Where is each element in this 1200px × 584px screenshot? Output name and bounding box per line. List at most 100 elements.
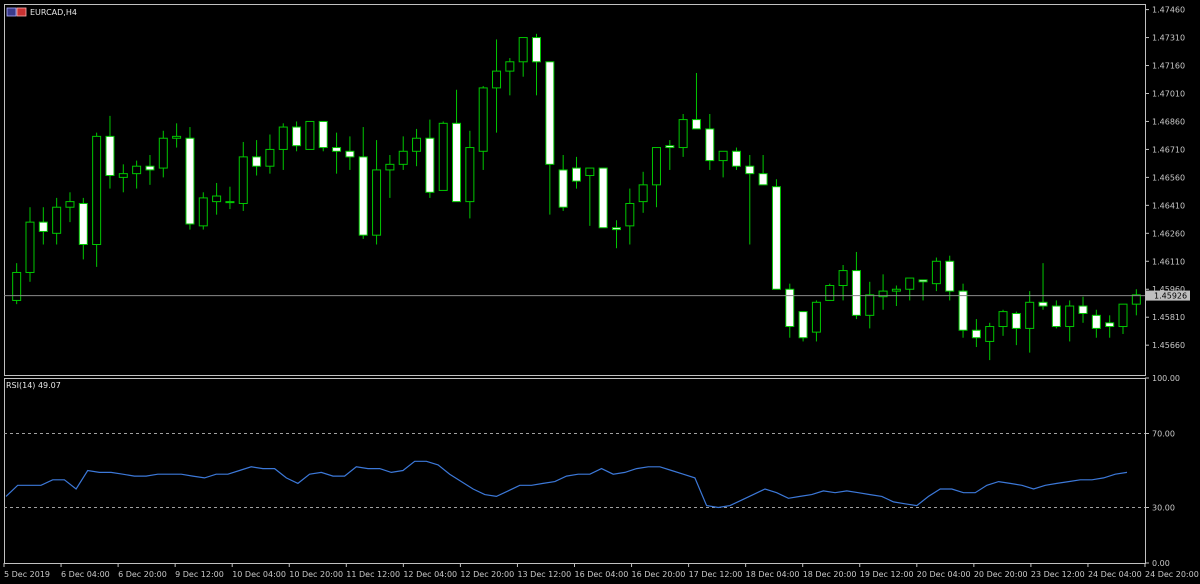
bear-candle xyxy=(958,290,968,331)
time-tick-label: 16 Dec 20:00 xyxy=(632,570,686,579)
time-tick-label: 6 Dec 04:00 xyxy=(61,570,110,579)
bull-candle xyxy=(985,326,995,342)
bull-candle xyxy=(278,126,288,150)
bull-candle xyxy=(678,119,688,149)
bull-candle xyxy=(1025,301,1035,329)
bull-candle xyxy=(238,156,248,204)
bull-candle xyxy=(12,271,22,301)
bull-candle xyxy=(212,195,222,203)
bear-candle xyxy=(851,270,861,316)
time-tick-label: 11 Dec 12:00 xyxy=(346,570,400,579)
time-tick-label: 17 Dec 12:00 xyxy=(689,570,743,579)
bull-candle xyxy=(412,137,422,152)
flag-icon xyxy=(16,7,27,17)
bear-candle xyxy=(185,137,195,225)
bear-candle xyxy=(38,221,48,232)
bull-candle xyxy=(305,120,315,150)
bear-candle xyxy=(705,128,715,162)
bear-candle xyxy=(1105,322,1115,328)
rsi-axis: 100.00 70.00 30.00 0.00 xyxy=(1145,374,1180,568)
time-tick-label: 10 Dec 20:00 xyxy=(289,570,343,579)
price-tick-label: 1.46860 xyxy=(1152,117,1185,126)
time-tick-label: 5 Dec 2019 xyxy=(4,570,50,579)
bull-candle xyxy=(65,201,75,208)
bear-candle xyxy=(798,311,808,339)
bear-candle xyxy=(252,156,262,167)
time-tick-label: 24 Dec 04:00 xyxy=(1088,570,1142,579)
rsi-tick-label: 100.00 xyxy=(1152,374,1180,383)
time-tick-label: 18 Dec 04:00 xyxy=(746,570,800,579)
bull-candle xyxy=(518,37,528,63)
price-tag-label: 1.45926 xyxy=(1154,292,1187,301)
bull-candle xyxy=(1065,305,1075,328)
rsi-panel-frame xyxy=(4,378,1146,564)
time-tick-label: 12 Dec 04:00 xyxy=(403,570,457,579)
bear-candle xyxy=(452,122,462,203)
bear-candle xyxy=(105,135,115,177)
bear-candle xyxy=(425,137,435,193)
bull-candle xyxy=(52,206,62,234)
time-tick-label: 23 Dec 12:00 xyxy=(1031,570,1085,579)
price-tick-label: 1.46260 xyxy=(1152,229,1185,238)
time-tick-label: 9 Dec 12:00 xyxy=(175,570,224,579)
bear-candle xyxy=(918,279,928,283)
rsi-tick-label: 70.00 xyxy=(1152,430,1175,439)
chart-area[interactable]: 1.47460 1.47310 1.47160 1.47010 1.46860 1.467… xyxy=(0,0,1200,584)
bear-candle xyxy=(1091,314,1101,329)
bear-candle xyxy=(1038,301,1048,307)
bull-candle xyxy=(478,87,488,152)
bull-candle xyxy=(172,135,182,139)
bear-candle xyxy=(771,186,781,290)
bull-candle xyxy=(438,122,448,191)
bear-candle xyxy=(78,202,88,245)
price-tick-label: 1.47160 xyxy=(1152,62,1185,71)
price-tick-label: 1.45810 xyxy=(1152,313,1185,322)
bear-candle xyxy=(691,119,701,130)
bull-candle xyxy=(505,61,515,72)
bull-candle xyxy=(132,165,142,175)
window-icon xyxy=(6,7,17,17)
rsi-line xyxy=(5,460,1128,509)
bull-candle xyxy=(198,197,208,227)
bear-candle xyxy=(1011,312,1021,329)
chart-frames xyxy=(4,4,1146,564)
price-tick-label: 1.45660 xyxy=(1152,341,1185,350)
bull-candle xyxy=(998,311,1008,328)
bear-candle xyxy=(598,167,608,229)
bull-candle xyxy=(625,202,635,227)
bull-candle xyxy=(265,148,275,167)
bull-candle xyxy=(651,147,661,186)
bull-candle xyxy=(718,150,728,162)
bear-candle xyxy=(1051,305,1061,328)
bull-candle xyxy=(638,184,648,203)
bear-candle xyxy=(145,165,155,171)
bull-candle xyxy=(865,294,875,316)
bear-candle xyxy=(945,260,955,292)
bull-candle xyxy=(118,173,128,178)
bear-candle xyxy=(292,126,302,147)
price-tick-label: 1.47310 xyxy=(1152,34,1185,43)
bear-candle xyxy=(358,156,368,236)
time-tick-label: 19 Dec 12:00 xyxy=(860,570,914,579)
price-tick-label: 1.47010 xyxy=(1152,89,1185,98)
price-tick-label: 1.46560 xyxy=(1152,173,1185,182)
bull-candle xyxy=(398,150,408,165)
rsi-label: RSI(14) 49.07 xyxy=(6,381,61,390)
bull-candle xyxy=(372,169,382,236)
bear-candle xyxy=(545,61,555,165)
bull-candle xyxy=(465,147,475,203)
current-price-line: 1.45926 xyxy=(4,290,1190,301)
time-tick-label: 24 Dec 20:00 xyxy=(1145,570,1199,579)
time-tick-label: 18 Dec 20:00 xyxy=(803,570,857,579)
time-tick-label: 20 Dec 20:00 xyxy=(974,570,1028,579)
bull-candle xyxy=(931,260,941,285)
bear-candle xyxy=(532,37,542,63)
bear-candle xyxy=(611,227,621,231)
symbol-header: EURCAD,H4 xyxy=(6,7,77,17)
bear-candle xyxy=(318,120,328,149)
bear-candle xyxy=(1078,305,1088,314)
price-tick-label: 1.46410 xyxy=(1152,201,1185,210)
bull-candle xyxy=(492,70,502,89)
time-tick-label: 13 Dec 12:00 xyxy=(517,570,571,579)
bear-candle xyxy=(758,173,768,186)
